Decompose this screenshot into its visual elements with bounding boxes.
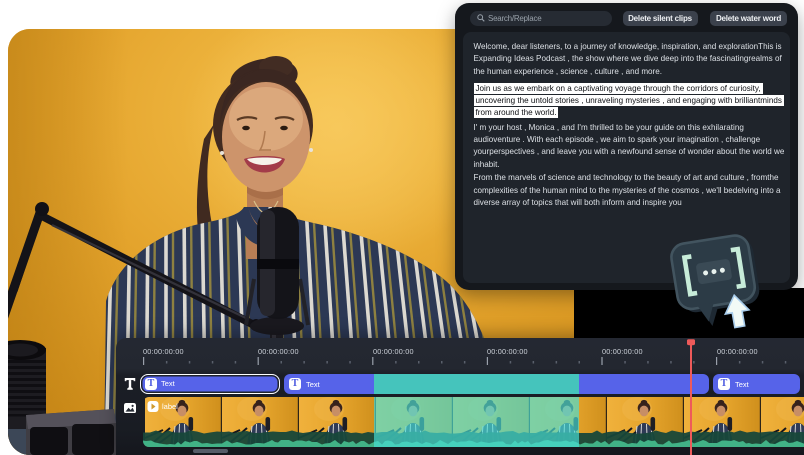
svg-text:label: label <box>162 402 178 411</box>
